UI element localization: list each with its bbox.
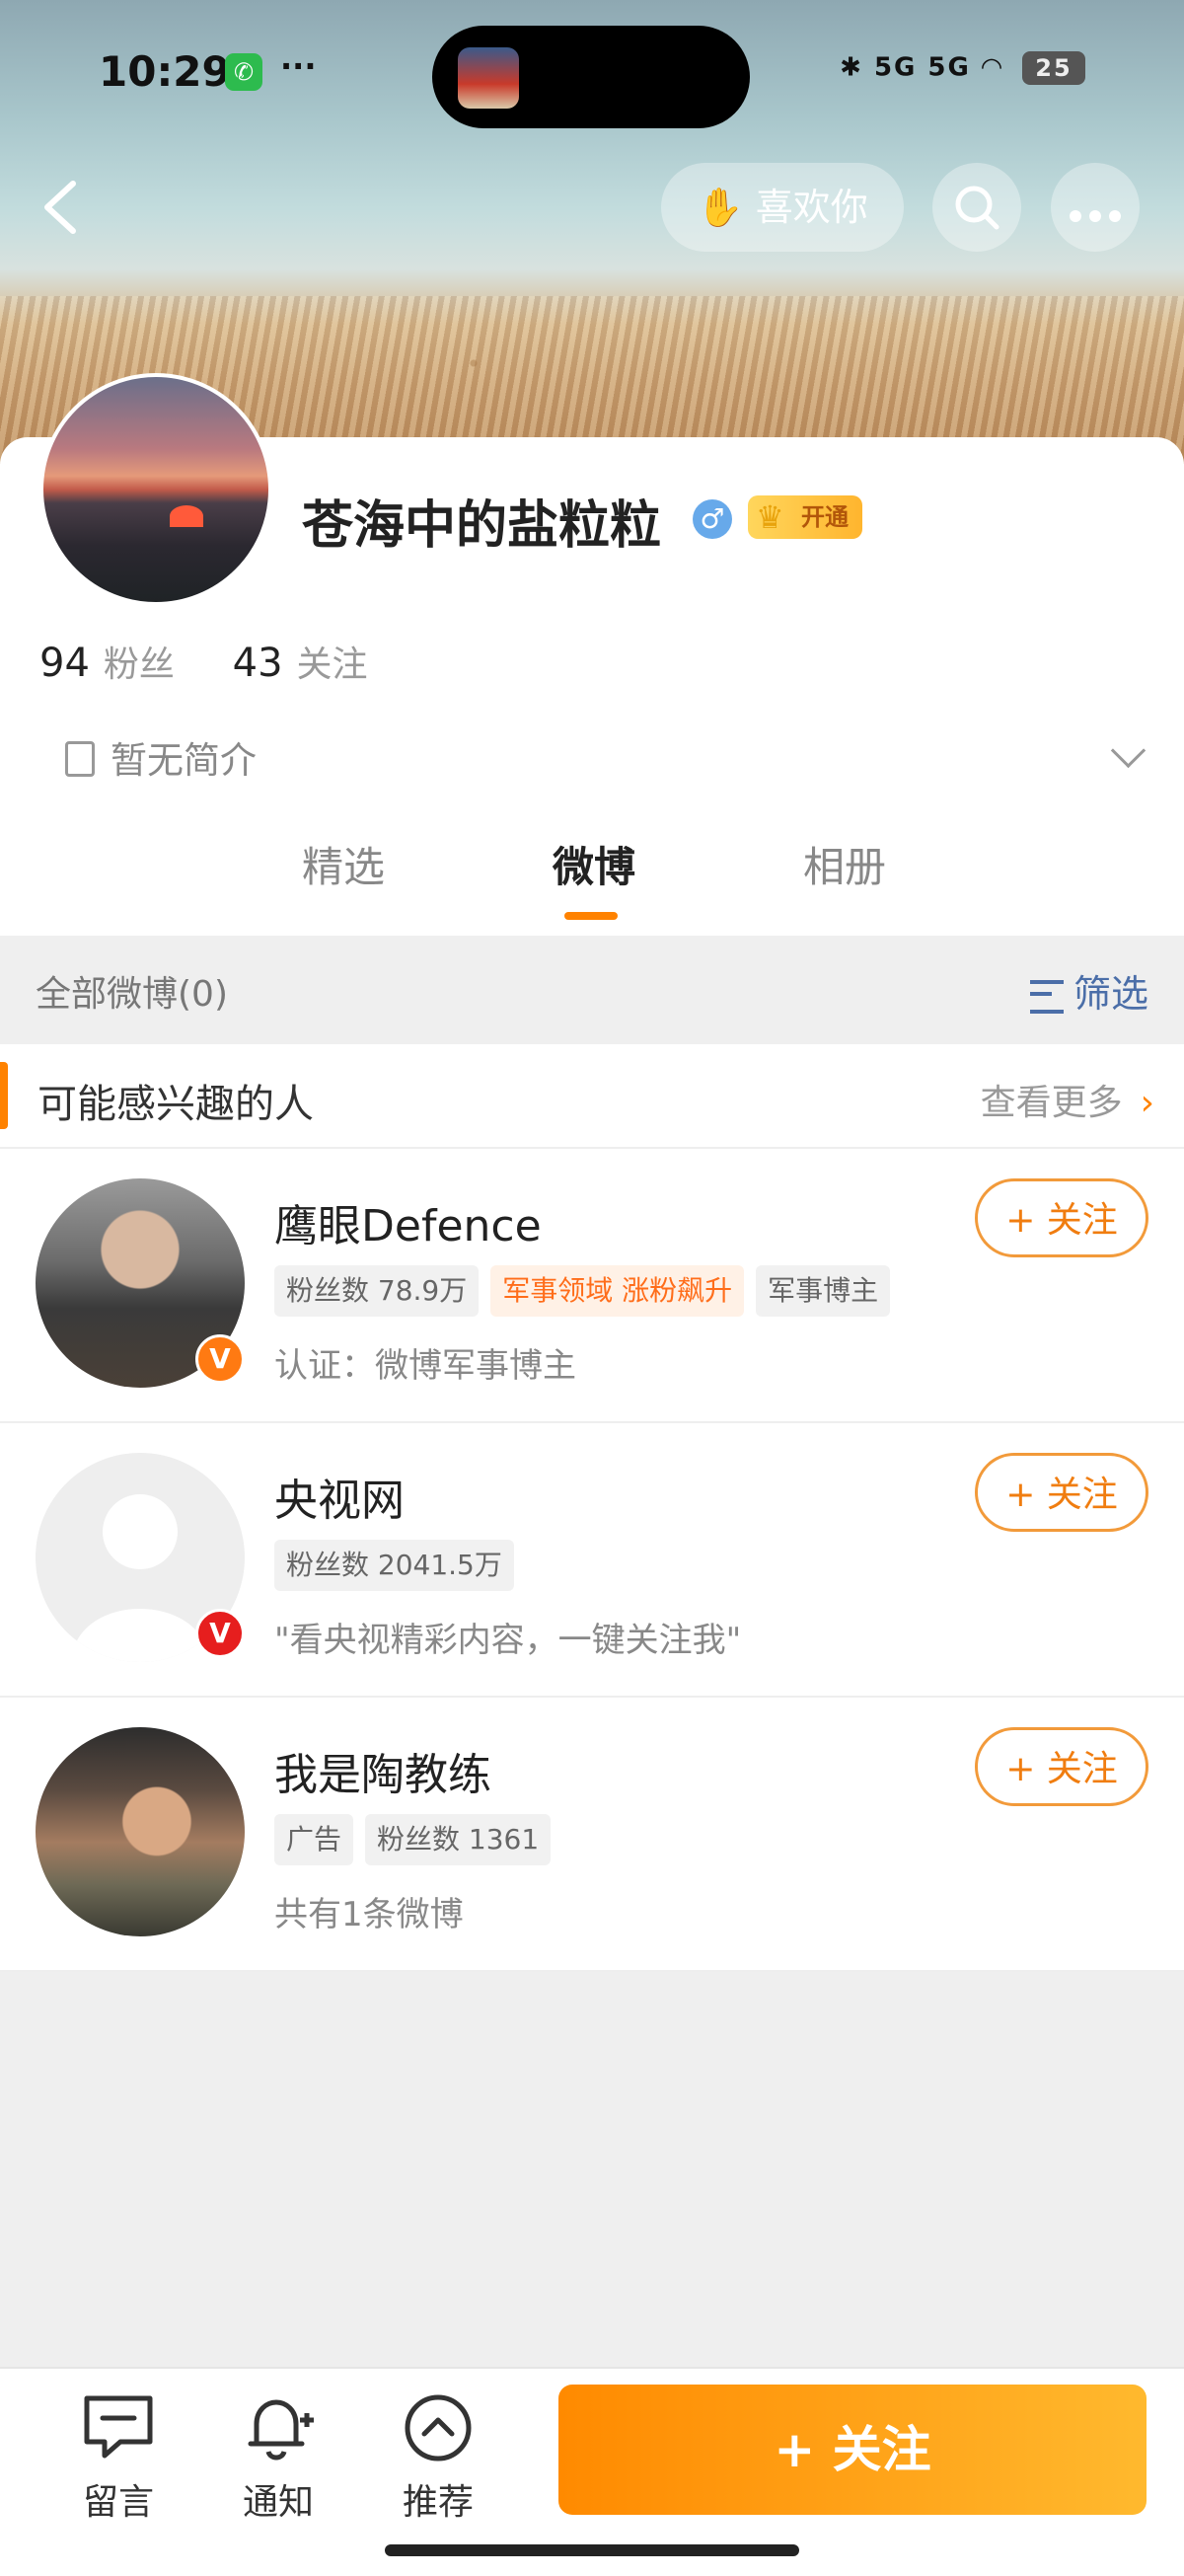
more-button[interactable] (1051, 163, 1140, 252)
see-more-link[interactable]: 查看更多 › (981, 1074, 1154, 1125)
following-stat[interactable]: 43 关注 (233, 641, 413, 686)
recommend-tags: 广告 粉丝数 1361 (274, 1814, 562, 1865)
verified-badge-icon: V (195, 1334, 245, 1384)
search-icon (955, 186, 999, 230)
status-time: 10:29 (99, 47, 231, 96)
recommend-desc: 共有1条微博 (274, 1895, 464, 1934)
avatar[interactable] (36, 1727, 245, 1936)
profile-bio[interactable]: 暂无简介 (65, 730, 257, 784)
status-bar: 10:29 ✆ ··· ✱ 5G 5G ◠ 25 (0, 26, 1184, 128)
bottom-action-bar: 留言 通知 推荐 + 关注 (0, 2367, 1184, 2576)
recommend-name[interactable]: 我是陶教练 (274, 1739, 491, 1802)
filter-icon (1029, 979, 1064, 1014)
tag: 军事博主 (756, 1265, 891, 1317)
tab-featured[interactable]: 精选 (302, 834, 385, 894)
vip-open-badge[interactable]: ♛ 开通 (748, 495, 862, 539)
recommend-tags: 粉丝数 78.9万 军事领域 涨粉飙升 军事博主 (274, 1265, 902, 1317)
profile-username: 苍海中的盐粒粒 (302, 496, 662, 556)
status-icons: ✱ 5G 5G ◠ 25 (840, 51, 1085, 85)
profile-stats: 94 粉丝 43 关注 (39, 636, 413, 687)
bluetooth-icon: ✱ (840, 52, 863, 83)
live-activity-thumbnail (458, 47, 519, 109)
filter-button[interactable]: 筛选 (1029, 963, 1148, 1018)
document-icon (65, 740, 95, 777)
follow-button[interactable]: + 关注 (975, 1727, 1148, 1806)
following-label: 关注 (296, 644, 368, 685)
recommend-name[interactable]: 鹰眼Defence (274, 1190, 542, 1253)
tag: 粉丝数 78.9万 (274, 1265, 480, 1317)
followers-label: 粉丝 (103, 644, 175, 685)
chevron-left-icon (44, 181, 76, 234)
ad-tag: 广告 (274, 1814, 354, 1865)
all-weibo-count: 全部微博(0) (36, 974, 228, 1015)
message-icon (84, 2395, 153, 2459)
tag: 粉丝数 1361 (365, 1814, 552, 1865)
verified-badge-icon: V (195, 1609, 245, 1658)
follow-button[interactable]: + 关注 (975, 1178, 1148, 1257)
tab-weibo[interactable]: 微博 (553, 834, 635, 894)
notify-button[interactable]: 通知 (219, 2388, 337, 2525)
more-status-icon: ··· (280, 47, 317, 85)
follow-button[interactable]: + 关注 (975, 1453, 1148, 1532)
signal-icon: 5G 5G (873, 52, 971, 83)
more-icon (1070, 210, 1121, 222)
hand-heart-icon: ✋ (697, 186, 744, 229)
back-button[interactable] (39, 178, 89, 237)
crown-icon: ♛ (756, 498, 784, 536)
recommend-desc: "看央视精彩内容，一键关注我" (274, 1621, 742, 1660)
recommend-tags: 粉丝数 2041.5万 (274, 1540, 526, 1591)
battery-icon: 25 (1022, 51, 1085, 85)
following-count: 43 (232, 641, 283, 686)
followers-stat[interactable]: 94 粉丝 (39, 641, 233, 686)
like-you-button[interactable]: ✋ 喜欢你 (661, 163, 904, 252)
message-button[interactable]: 留言 (59, 2388, 178, 2525)
profile-page: 10:29 ✆ ··· ✱ 5G 5G ◠ 25 ✋ 喜欢你 苍海中的盐粒粒 ♂… (0, 0, 1184, 2576)
home-indicator (385, 2544, 799, 2556)
bell-plus-icon (248, 2399, 314, 2461)
wechat-icon: ✆ (225, 53, 262, 91)
recommend-item[interactable]: V 央视网 粉丝数 2041.5万 "看央视精彩内容，一键关注我" + 关注 (0, 1423, 1184, 1698)
tag: 粉丝数 2041.5万 (274, 1540, 514, 1591)
tag-hot: 军事领域 涨粉飙升 (490, 1265, 745, 1317)
profile-avatar[interactable] (39, 373, 272, 606)
tab-album[interactable]: 相册 (803, 834, 886, 894)
recommend-title: 可能感兴趣的人 (37, 1082, 314, 1127)
recommend-item[interactable]: 我是陶教练 广告 粉丝数 1361 共有1条微博 + 关注 (0, 1698, 1184, 1972)
chevron-up-circle-icon (405, 2394, 472, 2462)
chevron-right-icon: › (1140, 1083, 1154, 1123)
followers-count: 94 (39, 641, 90, 686)
recommend-name[interactable]: 央视网 (274, 1465, 405, 1528)
dynamic-island (432, 26, 750, 128)
follow-main-button[interactable]: + 关注 (558, 2385, 1147, 2515)
recommend-item[interactable]: V 鹰眼Defence 粉丝数 78.9万 军事领域 涨粉飙升 军事博主 认证：微博… (0, 1149, 1184, 1423)
recommend-button[interactable]: 推荐 (379, 2388, 497, 2525)
active-tab-indicator (564, 912, 618, 920)
recommend-header: 可能感兴趣的人 查看更多 › (0, 1044, 1184, 1149)
male-icon: ♂ (693, 499, 732, 539)
feed-filter-bar: 全部微博(0) 筛选 (0, 936, 1184, 1044)
wifi-icon: ◠ (981, 52, 1003, 83)
recommend-desc: 认证：微博军事博主 (274, 1346, 576, 1386)
search-button[interactable] (932, 163, 1021, 252)
